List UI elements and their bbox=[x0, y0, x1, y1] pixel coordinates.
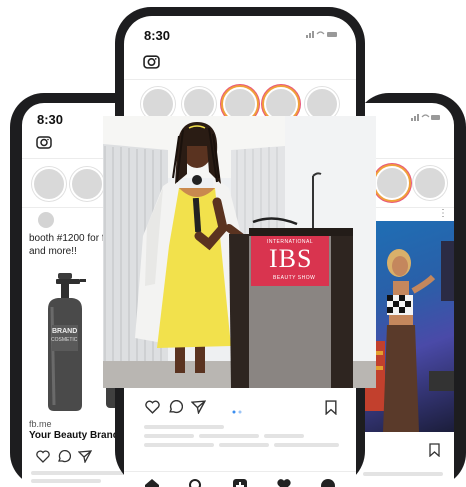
activity-icon[interactable] bbox=[276, 478, 292, 487]
caption-placeholder-line bbox=[31, 479, 101, 483]
comment-icon[interactable] bbox=[57, 449, 72, 468]
status-time: 8:30 bbox=[144, 28, 171, 43]
carousel-dots bbox=[232, 401, 244, 414]
caption-placeholder-line bbox=[274, 443, 339, 447]
comment-icon[interactable] bbox=[168, 399, 184, 419]
featured-photo: INTERNATIONAL IBS BEAUTY SHOW bbox=[103, 116, 376, 388]
caption-placeholder-line bbox=[199, 434, 259, 438]
share-icon[interactable] bbox=[77, 450, 93, 468]
bookmark-icon[interactable] bbox=[429, 443, 440, 462]
share-icon[interactable] bbox=[190, 400, 207, 419]
search-icon[interactable] bbox=[188, 478, 204, 487]
caption-placeholder-line bbox=[264, 434, 304, 438]
heart-icon[interactable] bbox=[145, 400, 160, 419]
status-icons bbox=[411, 113, 441, 124]
status-icons bbox=[306, 30, 338, 41]
post-avatar[interactable] bbox=[38, 212, 54, 228]
caption-placeholder-line bbox=[144, 425, 224, 429]
caption-placeholder-line bbox=[144, 434, 194, 438]
podium-line2: BEAUTY SHOW bbox=[273, 275, 316, 281]
link-domain: fb.me bbox=[29, 419, 52, 429]
heart-icon[interactable] bbox=[36, 450, 50, 468]
podium-logo: IBS bbox=[269, 244, 313, 273]
bookmark-icon[interactable] bbox=[325, 400, 337, 420]
story-avatar[interactable] bbox=[70, 167, 104, 201]
status-time: 8:30 bbox=[37, 112, 64, 127]
bottom-nav-divider bbox=[124, 471, 356, 472]
story-avatar[interactable] bbox=[32, 167, 66, 201]
header-divider bbox=[124, 79, 356, 80]
post-photo-dancer bbox=[363, 221, 454, 432]
more-options-icon[interactable]: ⋮ bbox=[438, 208, 448, 219]
link-title[interactable]: Your Beauty Brand bbox=[29, 430, 119, 441]
camera-icon[interactable] bbox=[36, 135, 52, 154]
camera-icon[interactable] bbox=[143, 54, 160, 74]
add-icon[interactable] bbox=[232, 478, 248, 487]
caption-placeholder-line bbox=[144, 443, 214, 447]
caption-placeholder-line bbox=[219, 443, 269, 447]
caption-placeholder-line bbox=[363, 472, 443, 476]
story-avatar[interactable] bbox=[375, 166, 409, 200]
product-bottle-image bbox=[34, 273, 92, 413]
product-subtitle: COSMETIC bbox=[51, 337, 78, 343]
home-icon[interactable] bbox=[144, 478, 160, 487]
story-avatar[interactable] bbox=[413, 166, 447, 200]
profile-icon[interactable] bbox=[320, 478, 336, 487]
product-brand: BRAND bbox=[52, 328, 78, 335]
